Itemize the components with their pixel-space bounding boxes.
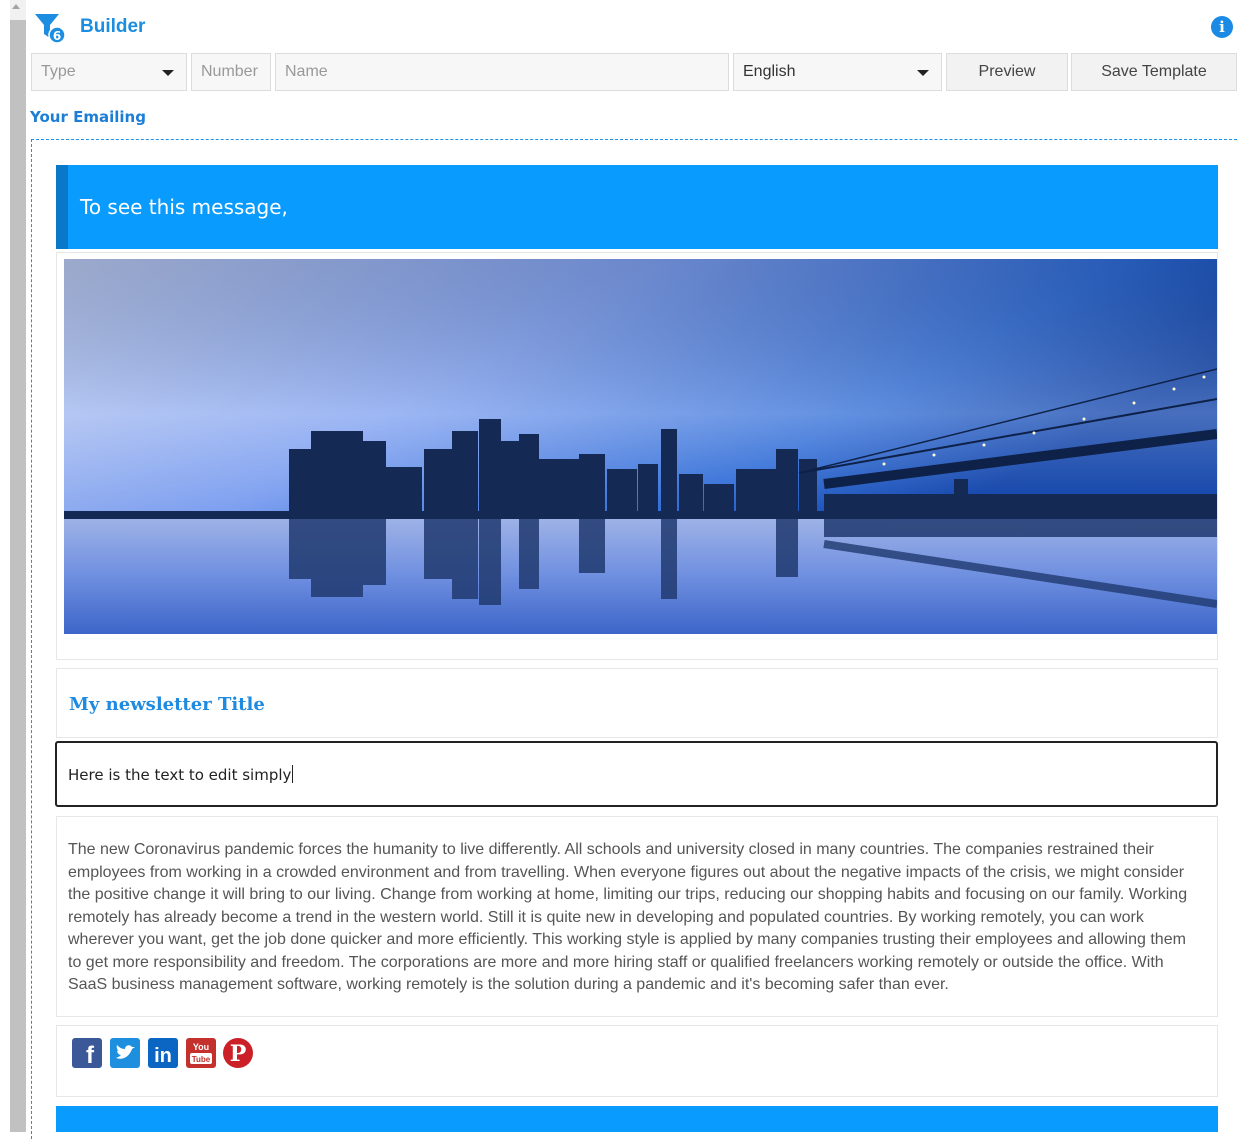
pinterest-letter: P [230, 1041, 247, 1067]
type-select[interactable]: Type [31, 53, 187, 91]
language-select-value: English [743, 63, 796, 80]
chevron-down-icon [162, 70, 174, 76]
linkedin-letters: in [154, 1045, 172, 1067]
svg-text:6: 6 [53, 29, 61, 43]
body-text-block[interactable]: The new Coronavirus pandemic forces the … [56, 816, 1218, 1017]
body-paragraph: The new Coronavirus pandemic forces the … [68, 841, 1188, 993]
youtube-icon[interactable]: You Tube [186, 1038, 216, 1068]
vertical-scrollbar[interactable] [0, 0, 28, 1132]
info-icon[interactable]: i [1211, 16, 1233, 38]
number-field-wrapper [191, 53, 271, 91]
preview-button[interactable]: Preview [946, 53, 1068, 91]
email-footer-banner[interactable] [56, 1106, 1218, 1132]
name-field[interactable] [276, 54, 728, 90]
language-select[interactable]: English [733, 53, 942, 91]
save-template-button[interactable]: Save Template [1071, 53, 1237, 91]
type-select-placeholder: Type [41, 63, 76, 80]
number-field[interactable] [192, 54, 270, 90]
facebook-letter: f [86, 1042, 95, 1068]
youtube-letters-top: You [193, 1042, 209, 1052]
name-field-wrapper [275, 53, 729, 91]
banner-text: To see this message, [80, 195, 288, 219]
page-title: Builder [80, 16, 146, 37]
funnel-icon: 6 [35, 14, 66, 44]
email-header-banner[interactable]: To see this message, [56, 165, 1218, 249]
editable-text: Here is the text to edit simply [68, 766, 292, 784]
image-block[interactable] [56, 252, 1218, 660]
builder-header: 6 Builder i [32, 8, 1237, 48]
template-toolbar: Type English Preview Save Template [31, 53, 1237, 91]
facebook-icon[interactable]: f [72, 1038, 102, 1068]
twitter-icon[interactable] [110, 1038, 140, 1068]
chevron-down-icon [917, 70, 929, 76]
linkedin-icon[interactable]: in [148, 1038, 178, 1068]
editable-text-content[interactable]: Here is the text to edit simply [68, 765, 294, 784]
title-block[interactable]: My newsletter Title [56, 668, 1218, 738]
scrollbar-thumb[interactable] [10, 20, 26, 1132]
pinterest-icon[interactable]: P [223, 1038, 253, 1068]
scroll-up-arrow-icon[interactable] [12, 4, 20, 9]
social-block[interactable]: f in You Tube P [56, 1025, 1218, 1097]
section-label: Your Emailing [30, 108, 146, 126]
hero-image[interactable] [64, 259, 1217, 634]
editable-text-block[interactable]: Here is the text to edit simply [55, 741, 1218, 807]
text-cursor [292, 765, 294, 783]
youtube-letters-bottom: Tube [192, 1055, 211, 1064]
banner-accent-bar [56, 165, 68, 249]
newsletter-title: My newsletter Title [69, 694, 265, 715]
